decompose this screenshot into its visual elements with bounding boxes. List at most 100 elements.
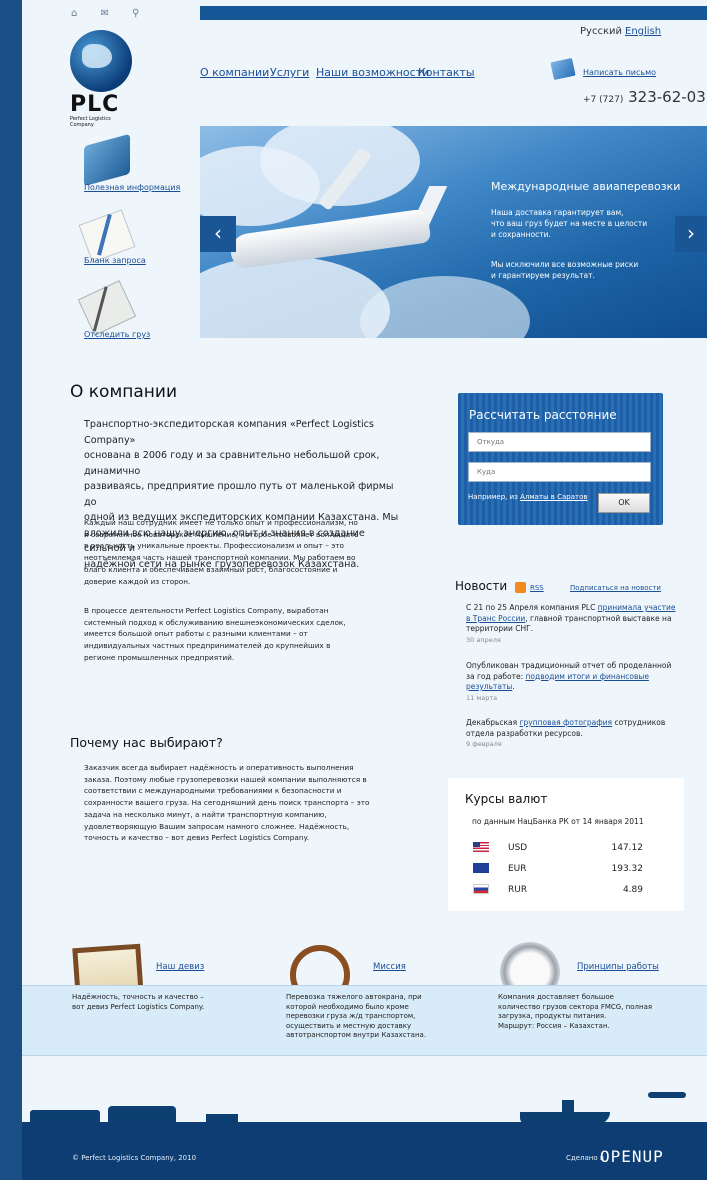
text-line: благо клиента и обеспечиваем взаимный ро… <box>84 564 338 574</box>
text-line: Заказчик всегда выбирает надёжность и оп… <box>84 763 354 772</box>
slide-text-2: Мы исключили все возможные риски и гаран… <box>491 259 638 281</box>
text-line: и современное новаторское мышление, кото… <box>84 529 359 539</box>
subscribe-news-link[interactable]: Подписаться на новости <box>570 584 661 592</box>
nav-about[interactable]: О компании <box>200 66 269 79</box>
text-line: системный подход к обслуживанию внешнеэк… <box>84 617 346 627</box>
sidebar-useful-info[interactable]: Полезная информация <box>84 183 180 192</box>
text-line: в реальность уникальные проекты. Професс… <box>84 541 344 551</box>
text-line: имеется большой опыт работы с разными кл… <box>84 629 308 639</box>
slider-next-button[interactable]: › <box>675 216 707 252</box>
text-line: Компания доставляет большое <box>498 993 614 1001</box>
news-date: 11 марта <box>466 693 498 702</box>
news-title: Новости <box>455 579 508 593</box>
home-mail-sitemap-icons[interactable]: ⌂ ✉ ⚲ <box>71 8 149 19</box>
cloud <box>360 276 530 338</box>
rss-icon[interactable] <box>515 582 526 593</box>
news-link[interactable]: групповая фотография <box>520 718 613 727</box>
nav-services[interactable]: Услуги <box>270 66 309 79</box>
why-us-text: Заказчик всегда выбирает надёжность и оп… <box>84 762 404 844</box>
phone-number: +7 (727) 323-62-03 <box>583 88 706 106</box>
news-text: Декабрьская <box>466 718 520 727</box>
news-item: С 21 по 25 Апреля компания PLC принимала… <box>466 603 681 645</box>
card-mission-title[interactable]: Миссия <box>373 962 406 972</box>
ok-button[interactable]: OK <box>598 493 650 513</box>
news-date: 9 февраля <box>466 740 502 748</box>
calculator-example: Например, из Алматы в Саратов <box>468 493 588 501</box>
news-text: С 21 по 25 Апреля компания PLC <box>466 603 598 612</box>
currency-value: 4.89 <box>622 885 643 895</box>
example-prefix: Например, из <box>468 493 518 501</box>
company-logo[interactable]: PLC Perfect Logistics Company <box>70 30 136 128</box>
text-line: вот девиз Perfect Logistics Company. <box>72 1002 205 1011</box>
text-line: точность и качество – вот девиз Perfect … <box>84 833 310 843</box>
nav-capabilities[interactable]: Наши возможности <box>316 66 429 79</box>
text-line: неотъемлемая часть нашей транспортной ко… <box>84 553 356 563</box>
slide-line: и гарантируем результат. <box>491 271 595 280</box>
slide-line: и сохранности. <box>491 230 551 239</box>
news-text: . <box>512 682 515 691</box>
text-line: Перевозка тяжелого автокрана, при <box>286 993 422 1001</box>
sidebar-request-form[interactable]: Бланк запроса <box>84 256 146 265</box>
text-line: задача на несколько минут, а найти транс… <box>84 809 327 819</box>
calculator-title: Рассчитать расстояние <box>469 408 617 422</box>
text-line: регионе промышленных предприятий. <box>84 652 235 662</box>
news-item: Декабрьская групповая фотография сотрудн… <box>466 718 681 750</box>
example-link[interactable]: Алматы в Саратов <box>520 493 587 501</box>
text-line: В процессе деятельности Perfect Logistic… <box>84 606 329 615</box>
slide-line: Наша доставка гарантирует вам, <box>491 208 624 217</box>
text-line: Надёжность, точность и качество – <box>72 993 204 1001</box>
from-input[interactable] <box>468 432 651 452</box>
slide-text-1: Наша доставка гарантирует вам, что ваш г… <box>491 207 647 240</box>
eu-flag-icon <box>473 863 489 873</box>
sidebar-track-cargo[interactable]: Отследить груз <box>84 330 150 339</box>
text-line: доверие каждой из сторон. <box>84 576 191 586</box>
to-input[interactable] <box>468 462 651 482</box>
text-line: загрузка, продукты питания. <box>498 1012 607 1021</box>
us-flag-icon <box>473 842 489 852</box>
text-line: которой необходимо было кроме <box>286 1002 409 1011</box>
write-letter-link[interactable]: Написать письмо <box>583 68 656 77</box>
openup-logo[interactable]: OPENUP <box>600 1147 664 1166</box>
airplane-silhouette <box>648 1092 686 1098</box>
logo-text: PLC <box>70 92 120 117</box>
text-line: сохранности вашего груза. На сегодняшний… <box>84 798 370 808</box>
text-line: удовлетворяющую Вашим запросам намного с… <box>84 821 350 831</box>
card-mission-text: Перевозка тяжелого автокрана, при которо… <box>286 993 426 1041</box>
text-line: индивидуальных частных предпринимателей … <box>84 641 331 651</box>
about-paragraph-2: Каждый наш сотрудник имеет не только опы… <box>84 517 384 587</box>
ship-tower <box>562 1100 574 1112</box>
currency-value: 147.12 <box>611 843 644 853</box>
rss-link[interactable]: RSS <box>530 584 544 592</box>
about-paragraph-3: В процессе деятельности Perfect Logistic… <box>84 605 384 664</box>
phone-digits: 323-62-03 <box>628 88 706 106</box>
top-bar <box>200 6 707 20</box>
card-motto-title[interactable]: Наш девиз <box>156 962 204 972</box>
text-line: Каждый наш сотрудник имеет не только опы… <box>84 518 358 527</box>
copyright: © Perfect Logistics Company, 2010 <box>72 1154 197 1162</box>
currency-code: RUR <box>508 885 528 895</box>
us-flag-canton <box>473 842 480 847</box>
rates-title: Курсы валют <box>465 792 548 806</box>
text-line: количество грузов сектора FMCG, полная <box>498 1002 653 1011</box>
text-line: Маршрут: Россия – Казахстан. <box>498 1021 610 1030</box>
currency-value: 193.32 <box>611 864 644 874</box>
news-item: Опубликован традиционный отчет об продел… <box>466 661 681 703</box>
lang-russian[interactable]: Русский <box>580 26 622 37</box>
slider-prev-button[interactable]: ‹ <box>200 216 236 252</box>
logo-subtitle: Perfect Logistics Company <box>70 116 111 128</box>
text-line: соответствии с международными требования… <box>84 786 342 796</box>
text-line: развиваясь, предприятие прошло путь от м… <box>84 481 394 508</box>
globe-icon <box>70 30 132 92</box>
currency-code: USD <box>508 843 528 853</box>
rates-subtitle: по данным НацБанка РК от 14 января 2011 <box>472 817 644 826</box>
card-principles-title[interactable]: Принципы работы <box>577 962 659 972</box>
lang-english[interactable]: English <box>625 26 661 37</box>
text-line: автотранспортом внутри Казахстана. <box>286 1031 427 1040</box>
about-title: О компании <box>70 382 178 402</box>
nav-contacts[interactable]: Контакты <box>418 66 475 79</box>
text-line: заказа. Поэтому любые грузоперевозки наш… <box>84 774 367 784</box>
phone-prefix: +7 (727) <box>583 95 624 105</box>
card-motto-text: Надёжность, точность и качество – вот де… <box>72 993 204 1012</box>
currency-code: EUR <box>508 864 527 874</box>
slide-title: Международные авиаперевозки <box>491 180 681 193</box>
